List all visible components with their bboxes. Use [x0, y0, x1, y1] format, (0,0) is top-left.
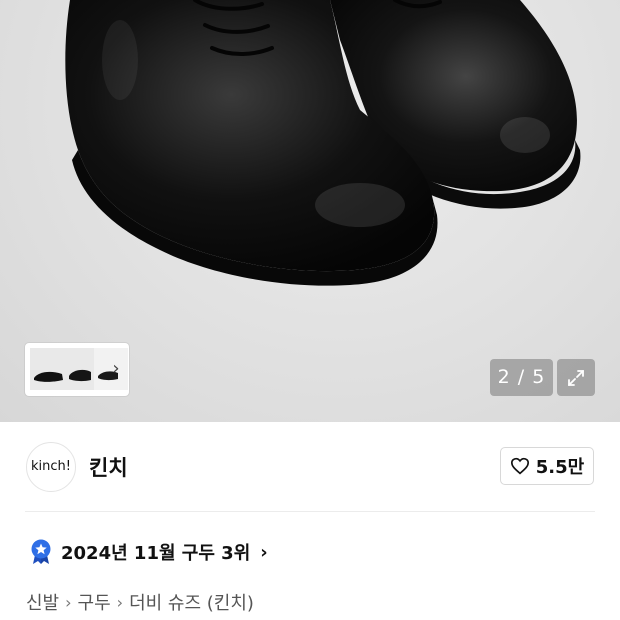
shoe-thumbnail-icon: [34, 371, 63, 382]
image-counter: 2 / 5: [490, 359, 553, 396]
brand-name[interactable]: 킨치: [89, 452, 128, 482]
brand-like-button[interactable]: 5.5만: [500, 447, 594, 485]
breadcrumb-item-derby-shoes[interactable]: 더비 슈즈 (킨치): [129, 589, 254, 615]
shoe-thumbnail-icon: [69, 369, 91, 382]
breadcrumb: 신발 › 구두 › 더비 슈즈 (킨치): [26, 589, 254, 615]
thumbnail-1[interactable]: [28, 346, 68, 392]
breadcrumb-item-shoes[interactable]: 신발: [26, 589, 59, 615]
chevron-right-icon: ›: [65, 592, 72, 612]
breadcrumb-item-dress-shoes[interactable]: 구두: [78, 589, 111, 615]
chevron-right-icon: ›: [116, 592, 124, 612]
chevron-right-icon: ›: [260, 541, 268, 563]
brand-logo[interactable]: kinch!: [26, 442, 76, 492]
star-badge-icon: [31, 539, 51, 564]
thumbnail-strip[interactable]: ›: [25, 343, 129, 396]
heart-icon: [510, 457, 529, 475]
ranking-text: 2024년 11월 구두 3위: [61, 543, 251, 564]
product-image-gallery[interactable]: › 2 / 5: [0, 0, 620, 422]
expand-button[interactable]: [557, 359, 595, 396]
brand-row: kinch! 킨치 5.5만: [0, 422, 620, 512]
divider: [25, 511, 595, 512]
like-count: 5.5만: [535, 457, 585, 478]
thumbnail-2[interactable]: [66, 348, 94, 390]
chevron-right-icon[interactable]: ›: [109, 359, 123, 379]
expand-icon: [568, 369, 584, 386]
ranking-link[interactable]: 2024년 11월 구두 3위 ›: [29, 537, 268, 567]
